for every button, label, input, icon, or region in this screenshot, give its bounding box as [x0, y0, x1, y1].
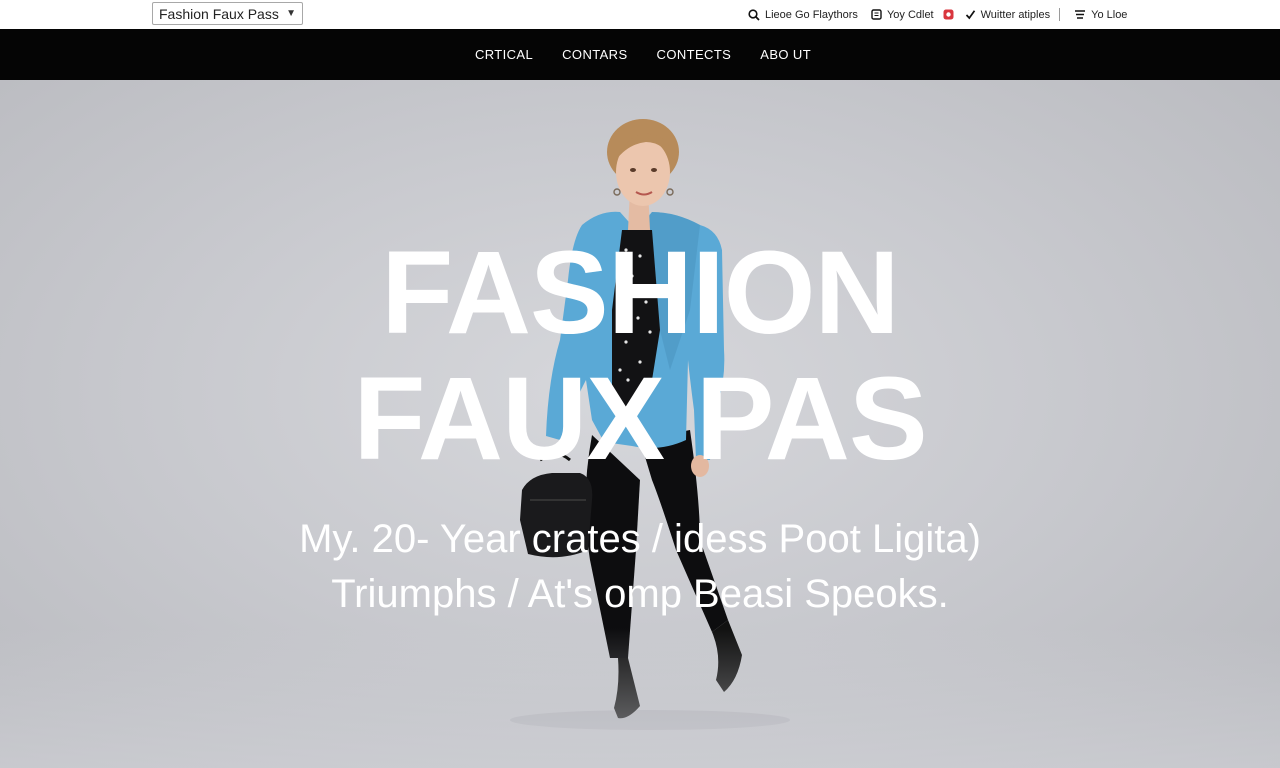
- menu-icon: [1075, 10, 1086, 19]
- utility-link-search[interactable]: Lieoe Go Flaythors: [748, 9, 858, 21]
- utility-bar: Fashion Faux Pass ▼ Lieoe Go Flaythors Y…: [0, 0, 1280, 29]
- site-selector-dropdown[interactable]: Fashion Faux Pass ▼: [152, 2, 303, 25]
- nav-items: CRTICAL CONTARS CONTECTS ABO UT: [475, 47, 811, 62]
- utility-link-menu-label: Yo Lloe: [1091, 8, 1128, 21]
- utility-link-check[interactable]: Wuitter atiples: [965, 8, 1051, 21]
- main-nav: CRTICAL CONTARS CONTECTS ABO UT: [0, 29, 1280, 80]
- hero-title-line-1: FASHION: [381, 227, 900, 359]
- nav-item-contars[interactable]: CONTARS: [562, 47, 627, 62]
- utility-link-menu[interactable]: Yo Lloe: [1074, 9, 1127, 21]
- page: Fashion Faux Pass ▼ Lieoe Go Flaythors Y…: [0, 0, 1280, 768]
- utility-link-search-label: Lieoe Go Flaythors: [765, 8, 858, 21]
- hero-subtitle-line-1: My. 20- Year crates / idess Poot Ligita): [299, 517, 981, 561]
- utility-links: Lieoe Go Flaythors Yoy Cdlet Wuitter ati…: [748, 0, 1127, 29]
- utility-link-tablet-label: Yoy Cdlet: [886, 8, 934, 21]
- utility-link-tablet[interactable]: Yoy Cdlet: [871, 9, 934, 21]
- check-icon: [965, 10, 975, 20]
- nav-item-about[interactable]: ABO UT: [760, 47, 811, 62]
- hero-subtitle: My. 20- Year crates / idess Poot Ligita)…: [0, 512, 1280, 622]
- utility-divider: [1059, 8, 1061, 21]
- hero-subtitle-line-2: Triumphs / At's omp Beasi Speoks.: [331, 572, 949, 616]
- site-selector-value: Fashion Faux Pass: [159, 5, 279, 22]
- record-badge-icon: [943, 9, 954, 20]
- nav-item-contects[interactable]: CONTECTS: [657, 47, 732, 62]
- hero-banner: FASHION FAUX PAS My. 20- Year crates / i…: [0, 80, 1280, 768]
- chevron-down-icon: ▼: [286, 8, 296, 19]
- utility-link-check-label: Wuitter atiples: [980, 8, 1051, 21]
- hero-title: FASHION FAUX PAS: [0, 230, 1280, 482]
- hero-title-line-2: FAUX PAS: [353, 353, 927, 485]
- search-icon: [748, 8, 760, 21]
- utility-link-record[interactable]: [943, 9, 954, 20]
- tablet-icon: [871, 9, 882, 20]
- nav-item-critical[interactable]: CRTICAL: [475, 47, 533, 62]
